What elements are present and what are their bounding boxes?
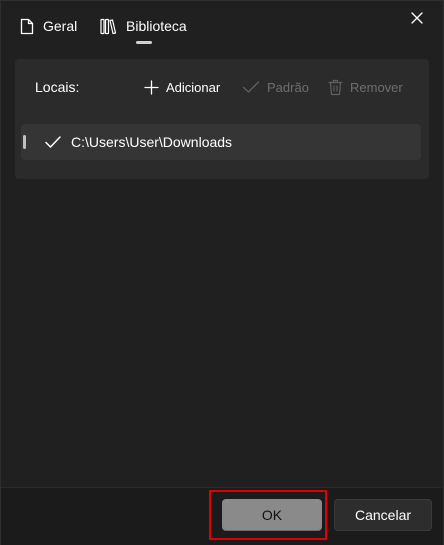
tab-geral[interactable]: Geral	[20, 15, 77, 37]
plus-icon	[144, 79, 159, 95]
tab-biblioteca[interactable]: Biblioteca	[100, 15, 187, 37]
set-default-label: Padrão	[267, 79, 309, 95]
locations-panel: Locais: Adicionar Padrão Remover C:\User…	[15, 59, 429, 179]
selected-tab-indicator	[136, 41, 152, 44]
document-icon	[20, 18, 34, 34]
tab-biblioteca-label: Biblioteca	[126, 18, 187, 34]
cancel-button[interactable]: Cancelar	[334, 499, 432, 531]
remove-location-label: Remover	[350, 79, 403, 95]
dialog-footer: OK Cancelar	[1, 487, 443, 545]
set-default-button[interactable]: Padrão	[242, 77, 309, 97]
settings-dialog: Geral Biblioteca Locais: Adicionar Padrã…	[0, 0, 444, 545]
trash-icon	[328, 79, 343, 95]
close-button[interactable]	[405, 7, 429, 29]
close-icon	[411, 12, 423, 24]
selection-indicator	[23, 135, 26, 149]
location-list-item[interactable]: C:\Users\User\Downloads	[21, 124, 421, 160]
tab-geral-label: Geral	[43, 18, 78, 34]
location-path: C:\Users\User\Downloads	[71, 134, 233, 150]
locations-title: Locais:	[35, 79, 80, 95]
default-check-icon	[45, 136, 61, 148]
dialog-header: Geral Biblioteca	[1, 1, 443, 51]
ok-button[interactable]: OK	[222, 499, 322, 531]
remove-location-button[interactable]: Remover	[328, 77, 403, 97]
add-location-label: Adicionar	[166, 79, 221, 95]
library-icon	[100, 18, 117, 34]
checkmark-icon	[242, 81, 260, 93]
add-location-button[interactable]: Adicionar	[144, 77, 220, 97]
